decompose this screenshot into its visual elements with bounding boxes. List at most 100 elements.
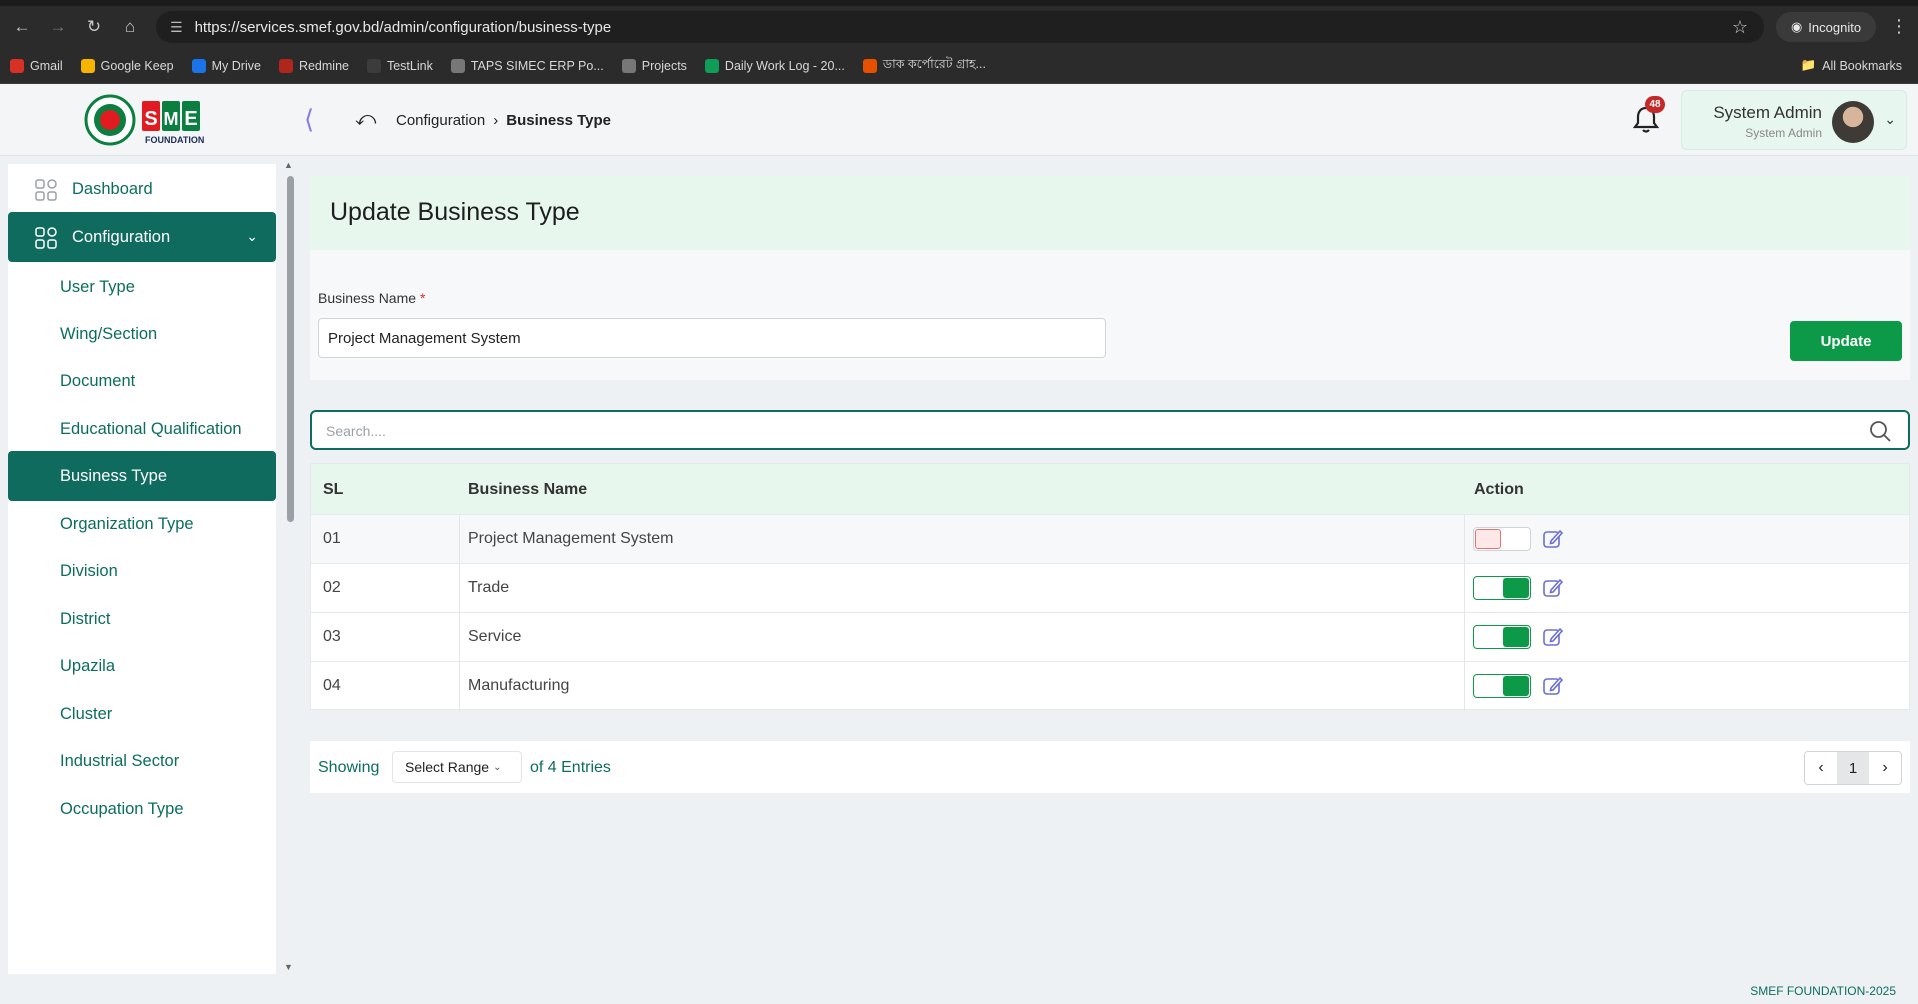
bookmark-item[interactable]: Redmine (278, 58, 349, 73)
update-button[interactable]: Update (1790, 321, 1902, 361)
bookmark-item[interactable]: TAPS SIMEC ERP Po... (450, 58, 604, 73)
page-title-bar: Update Business Type (310, 176, 1910, 250)
scroll-thumb[interactable] (287, 176, 294, 522)
bookmark-favicon-icon (10, 58, 24, 73)
breadcrumb: Configuration › Business Type (396, 112, 611, 129)
search-icon[interactable] (1868, 419, 1892, 443)
page-title: Update Business Type (330, 198, 580, 226)
business-name-label: Business Name * (318, 290, 426, 306)
edit-icon[interactable] (1541, 527, 1565, 551)
sidebar-item-upazila[interactable]: Upazila (8, 641, 276, 691)
toggle-knob (1475, 529, 1501, 549)
scroll-up-icon[interactable]: ▲ (284, 160, 293, 170)
bookmark-item[interactable]: My Drive (191, 58, 261, 73)
home-icon[interactable]: ⌂ (112, 9, 148, 45)
address-bar[interactable]: ☰ https://services.smef.gov.bd/admin/con… (156, 11, 1764, 43)
bookmark-item[interactable]: Projects (621, 58, 687, 73)
avatar (1832, 101, 1874, 143)
chevron-down-icon[interactable]: ⌄ (1884, 111, 1896, 128)
bookmark-star-icon[interactable]: ☆ (1732, 17, 1748, 38)
status-toggle[interactable] (1473, 674, 1531, 698)
sidebar-item-wing-section[interactable]: Wing/Section (8, 309, 276, 359)
notification-count-badge: 48 (1645, 96, 1665, 113)
cell-sl: 02 (323, 579, 341, 596)
smef-logo[interactable]: S M E FOUNDATION (84, 93, 220, 147)
sidebar-item-division[interactable]: Division (8, 546, 276, 596)
cell-sl: 01 (323, 530, 341, 547)
sidebar-collapse-icon[interactable]: ⟨ (304, 106, 314, 132)
svg-text:E: E (184, 108, 197, 130)
bookmark-item[interactable]: Gmail (10, 58, 63, 73)
edit-icon[interactable] (1541, 625, 1565, 649)
sidebar-item-educational-qualification[interactable]: Educational Qualification (8, 404, 276, 454)
sidebar-item-label: Business Type (60, 466, 168, 485)
undo-back-icon[interactable]: ⤺ (355, 108, 376, 131)
status-toggle[interactable] (1473, 576, 1531, 600)
sidebar-item-label: Configuration (72, 227, 171, 246)
sidebar: Dashboard Configuration ⌄ User Type Wing/Sec… (8, 164, 276, 974)
user-name: System Admin (1713, 103, 1822, 122)
required-marker: * (419, 290, 426, 306)
bookmark-item[interactable]: Daily Work Log - 20... (704, 58, 845, 73)
bookmark-label: TAPS SIMEC ERP Po... (470, 58, 604, 73)
column-header-sl: SL (323, 481, 344, 498)
bookmark-item[interactable]: TestLink (366, 58, 433, 73)
chevron-down-icon: ⌄ (246, 228, 258, 244)
forward-arrow-icon[interactable]: → (40, 9, 76, 45)
sidebar-item-occupation-type[interactable]: Occupation Type (8, 784, 276, 834)
bookmark-favicon-icon (621, 58, 636, 73)
incognito-indicator[interactable]: ◉ Incognito (1776, 12, 1876, 42)
sidebar-item-document[interactable]: Document (8, 356, 276, 406)
bookmark-item[interactable]: Google Keep (80, 58, 174, 73)
sidebar-item-industrial-sector[interactable]: Industrial Sector (8, 736, 276, 786)
showing-label: Showing (318, 759, 380, 776)
folder-icon: 📁 (1800, 58, 1817, 72)
sidebar-item-dashboard[interactable]: Dashboard (8, 164, 276, 214)
table-header: SL Business Name Action (311, 464, 1909, 514)
sidebar-item-organization-type[interactable]: Organization Type (8, 499, 276, 549)
range-select[interactable]: Select Range ⌄ (392, 751, 522, 783)
next-page-button[interactable]: › (1869, 752, 1901, 784)
bookmark-label: Projects (641, 58, 687, 73)
entries-count: of 4 Entries (530, 759, 611, 776)
column-divider (1464, 564, 1465, 613)
bookmark-favicon-icon (366, 58, 381, 73)
page-number-button[interactable]: 1 (1837, 752, 1869, 784)
breadcrumb-configuration[interactable]: Configuration (396, 112, 485, 129)
status-toggle[interactable] (1473, 625, 1531, 649)
edit-icon[interactable] (1541, 674, 1565, 698)
bookmark-item[interactable]: ডাক কর্পোরেট গ্রাহ... (862, 56, 986, 76)
status-toggle[interactable] (1473, 527, 1531, 551)
sidebar-item-label: Occupation Type (60, 799, 184, 818)
bookmark-label: Google Keep (100, 58, 174, 73)
previous-page-button[interactable]: ‹ (1805, 752, 1837, 784)
site-info-icon[interactable]: ☰ (170, 19, 183, 36)
search-input[interactable] (326, 420, 1846, 442)
breadcrumb-current: Business Type (506, 112, 611, 129)
cell-sl: 03 (323, 628, 341, 645)
bookmark-favicon-icon (450, 58, 465, 73)
edit-icon[interactable] (1541, 576, 1565, 600)
scroll-down-icon[interactable]: ▼ (284, 962, 293, 972)
sidebar-item-configuration[interactable]: Configuration ⌄ (8, 212, 276, 262)
table-row: 04 Manufacturing (311, 661, 1909, 711)
sidebar-scrollbar[interactable]: ▲ ▼ (284, 160, 296, 972)
table-row: 01 Project Management System (311, 514, 1909, 564)
chevron-down-icon: ⌄ (493, 761, 502, 773)
column-divider (1464, 515, 1465, 564)
business-name-input[interactable] (318, 318, 1106, 358)
sidebar-item-user-type[interactable]: User Type (8, 262, 276, 312)
reload-icon[interactable]: ↻ (76, 9, 112, 45)
user-menu[interactable]: System Admin System Admin ⌄ (1681, 90, 1907, 150)
sidebar-item-label: User Type (60, 277, 135, 296)
all-bookmarks[interactable]: 📁 All Bookmarks (1801, 58, 1902, 73)
bookmark-favicon-icon (704, 58, 719, 73)
back-arrow-icon[interactable]: ← (4, 9, 40, 45)
sidebar-item-business-type[interactable]: Business Type (8, 451, 276, 501)
browser-menu-icon[interactable]: ⋮ (1890, 16, 1908, 37)
sidebar-item-district[interactable]: District (8, 594, 276, 644)
table-row: 02 Trade (311, 563, 1909, 613)
sidebar-item-cluster[interactable]: Cluster (8, 689, 276, 739)
bookmark-favicon-icon (80, 58, 95, 73)
column-divider (459, 662, 460, 711)
